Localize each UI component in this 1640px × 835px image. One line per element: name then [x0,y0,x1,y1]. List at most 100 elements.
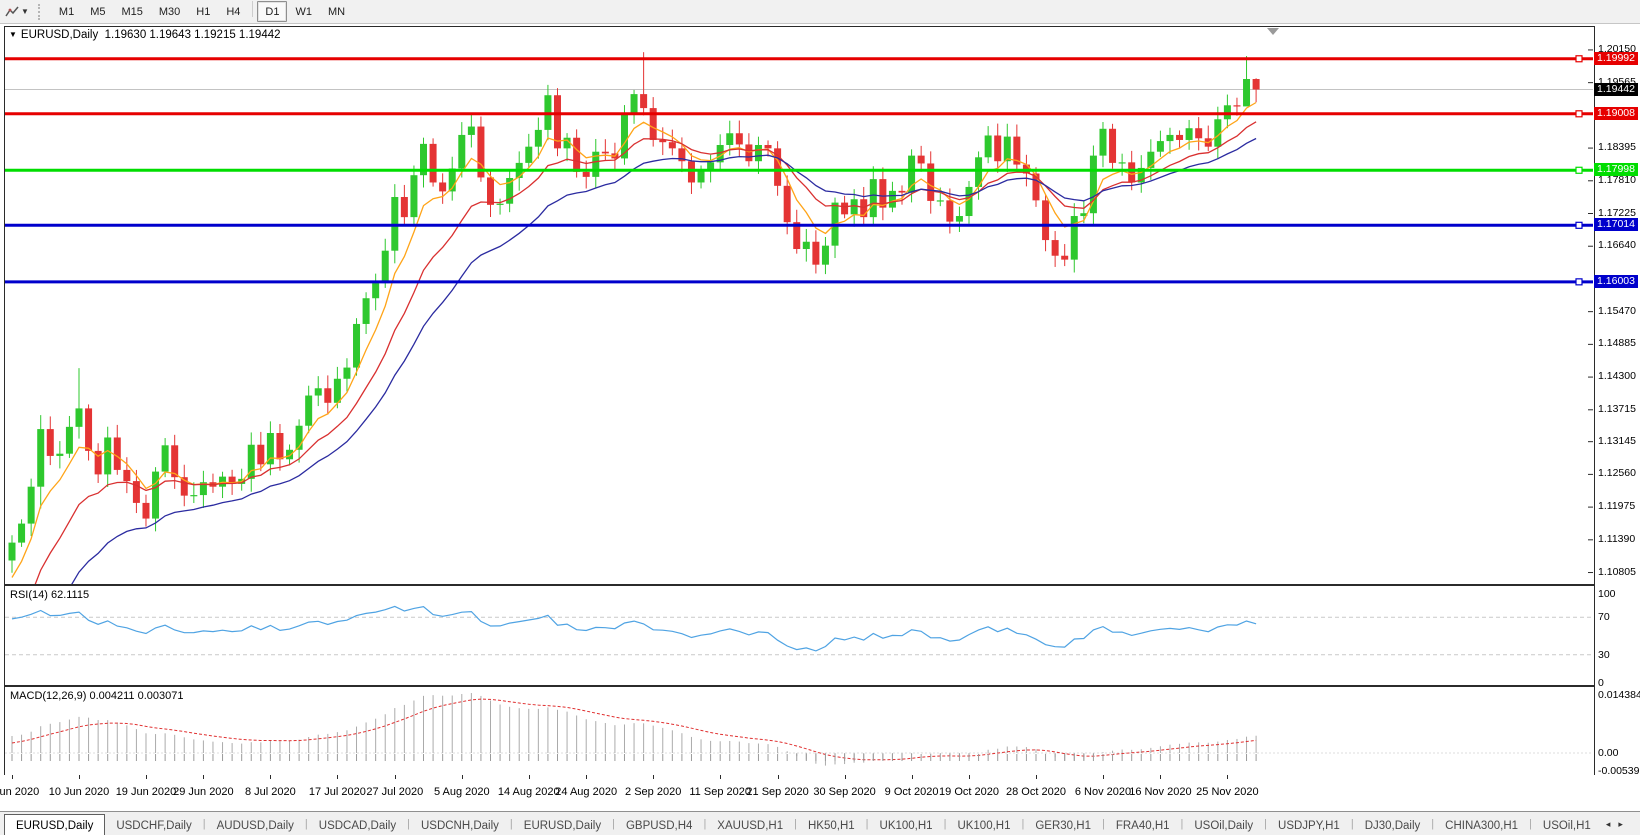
chart-tab-dj30-daily[interactable]: DJ30,Daily [1354,816,1432,835]
date-tick-label: 16 Nov 2020 [1129,786,1191,798]
chart-tab-audusd-daily[interactable]: AUDUSD,Daily [206,816,305,835]
time-tick-marks [12,754,1256,761]
hline-price-tag: 1.16003 [1594,275,1638,288]
timeframe-button-h1[interactable]: H1 [188,1,218,22]
date-tick-mark [1036,775,1037,779]
date-tick-mark [845,775,846,779]
date-tick-mark [653,775,654,779]
chart-tab-fra40-h1[interactable]: FRA40,H1 [1105,816,1181,835]
timeframe-button-m30[interactable]: M30 [151,1,188,22]
date-tick-mark [912,775,913,779]
timeframe-button-m15[interactable]: M15 [113,1,150,22]
hline-price-tag: 1.17998 [1594,163,1638,176]
date-tick-label: 28 Oct 2020 [1006,786,1066,798]
chart-tools-icon[interactable] [4,4,20,20]
rsi-axis-label: 100 [1598,588,1616,600]
date-tick-mark [720,775,721,779]
tab-scroll-right-icon[interactable]: ▸ [1614,819,1627,830]
timeframe-button-mn[interactable]: MN [320,1,353,22]
chart-tab-usdcnh-daily[interactable]: USDCNH,Daily [410,816,510,835]
date-tick-label: 24 Aug 2020 [555,786,617,798]
rsi-panel-canvas[interactable] [5,586,1593,685]
price-tick-label: 1.13715 [1598,403,1636,415]
macd-axis-label: 0.00 [1598,747,1618,759]
macd-panel-canvas[interactable] [5,687,1593,774]
date-tick-mark [146,775,147,779]
chart-tab-uk100-h1[interactable]: UK100,H1 [869,816,944,835]
date-tick-label: 21 Sep 2020 [746,786,808,798]
chart-tab-ger30-h1[interactable]: GER30,H1 [1024,816,1102,835]
mt4-terminal: ▼ M1M5M15M30H1H4D1W1MN ▼EURUSD,Daily 1.1… [0,0,1640,835]
rsi-line [12,606,1256,651]
date-tick-label: 19 Oct 2020 [939,786,999,798]
chart-tab-china300-h1[interactable]: CHINA300,H1 [1434,816,1529,835]
chart-tab-usoil-h1[interactable]: USOil,H1 [1532,816,1602,835]
chart-tab-usdjpy-h1[interactable]: USDJPY,H1 [1267,816,1351,835]
rsi-axis-label: 30 [1598,649,1610,661]
timeframe-buttons: M1M5M15M30H1H4 D1W1MN [51,1,353,22]
chart-tab-eurusd-daily[interactable]: EURUSD,Daily [4,814,105,835]
chart-tab-usdchf-daily[interactable]: USDCHF,Daily [105,816,202,835]
date-tick-mark [529,775,530,779]
price-tick-label: 1.11975 [1598,500,1635,512]
date-tick-mark [1103,775,1104,779]
date-tick-mark [586,775,587,779]
date-tick-mark [12,775,13,779]
timeframe-button-d1[interactable]: D1 [257,1,287,22]
timeframe-button-h4[interactable]: H4 [218,1,248,22]
date-tick-label: 14 Aug 2020 [498,786,560,798]
date-tick-mark [1227,775,1228,779]
date-tick-mark [270,775,271,779]
chart-ohlc-header: ▼EURUSD,Daily 1.19630 1.19643 1.19215 1.… [9,29,281,41]
price-tick-label: 1.13145 [1598,435,1636,447]
date-tick-mark [778,775,779,779]
collapse-chart-icon[interactable]: ▼ [9,30,17,39]
chevron-down-icon[interactable]: ▼ [21,7,29,16]
date-axis[interactable]: 1 Jun 2020 10 Jun 2020 19 Jun 202029 Jun 2… [0,775,1640,811]
chart-tab-usoil-daily[interactable]: USOil,Daily [1183,816,1264,835]
chart-tab-gbpusd-h4[interactable]: GBPUSD,H4 [615,816,703,835]
date-tick-label: 10 Jun 2020 [49,786,110,798]
price-tick-label: 1.17225 [1598,207,1636,219]
date-tick-label: 9 Oct 2020 [885,786,939,798]
date-tick-label: 27 Jul 2020 [366,786,423,798]
macd-axis-label: 0.014384 [1598,689,1640,701]
price-tick-label: 1.15470 [1598,305,1636,317]
price-tick-label: 1.14885 [1598,337,1636,349]
date-tick-mark [969,775,970,779]
price-tick-label: 1.12560 [1598,467,1636,479]
tab-scroll-left-icon[interactable]: ◂ [1602,819,1615,830]
hline-price-tag: 1.17014 [1594,218,1638,231]
current-price-tag: 1.19442 [1594,83,1638,96]
date-tick-label: 8 Jul 2020 [245,786,296,798]
date-tick-label: 5 Aug 2020 [434,786,490,798]
date-tick-label: 29 Jun 2020 [173,786,234,798]
date-tick-label: 17 Jul 2020 [309,786,366,798]
timeframe-button-m1[interactable]: M1 [51,1,82,22]
hline-price-tag: 1.19992 [1594,52,1638,65]
date-tick-mark [203,775,204,779]
timeframe-button-w1[interactable]: W1 [287,1,320,22]
date-tick-label: 2 Sep 2020 [625,786,681,798]
main-chart-canvas[interactable] [5,27,1593,584]
date-tick-label: 1 Jun 2020 [0,786,39,798]
date-tick-mark [1160,775,1161,779]
chart-tab-bar: EURUSD,DailyUSDCHF,Daily|AUDUSD,Daily|US… [0,811,1640,835]
chart-tab-eurusd-daily[interactable]: EURUSD,Daily [513,816,612,835]
horizontal-line-objects [5,56,1593,285]
toolbar-grip-handle[interactable] [38,4,45,20]
price-tick-label: 1.16640 [1598,239,1636,251]
moving-averages-layer [12,103,1256,585]
chart-tab-hk50-h1[interactable]: HK50,H1 [797,816,866,835]
date-tick-label: 19 Jun 2020 [116,786,177,798]
chart-tab-xauusd-h1[interactable]: XAUUSD,H1 [706,816,794,835]
price-tick-label: 1.10805 [1598,566,1636,578]
price-tick-label: 1.18395 [1598,141,1636,153]
chart-tab-uk100-h1[interactable]: UK100,H1 [946,816,1021,835]
date-tick-label: 25 Nov 2020 [1196,786,1258,798]
date-tick-mark [79,775,80,779]
chart-tab-usdcad-daily[interactable]: USDCAD,Daily [308,816,407,835]
chart-shift-marker [1267,28,1279,35]
timeframe-button-m5[interactable]: M5 [82,1,113,22]
macd-axis-label: -0.005396 [1598,765,1640,777]
